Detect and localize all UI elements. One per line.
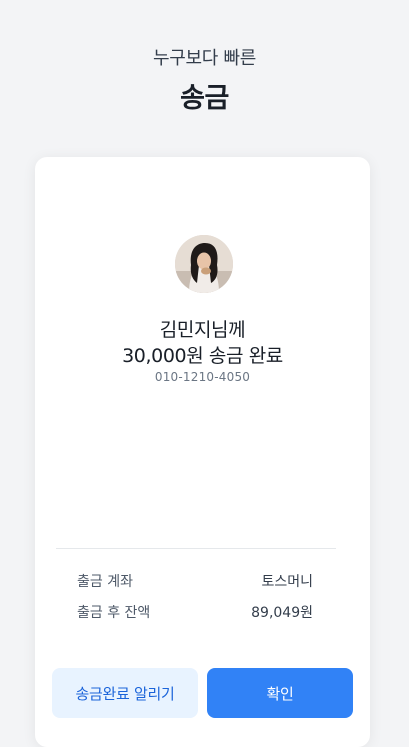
- detail-label: 출금 계좌: [77, 574, 133, 590]
- divider: [56, 548, 336, 549]
- recipient-name: 김민지님께: [159, 319, 246, 341]
- transfer-amount-message: 30,000원 송금 완료: [122, 345, 283, 367]
- promo-subtitle: 누구보다 빠른: [153, 48, 256, 69]
- detail-value: 89,049원: [251, 605, 313, 621]
- notify-transfer-button[interactable]: 송금완료 알리기: [52, 668, 198, 718]
- promo-title: 송금: [180, 83, 229, 114]
- recipient-phone: 010-1210-4050: [154, 370, 251, 384]
- detail-value: 토스머니: [261, 574, 313, 590]
- recipient-avatar: [175, 235, 233, 293]
- transfer-complete-card: 김민지님께 30,000원 송금 완료 010-1210-4050 출금 계좌 …: [35, 157, 370, 747]
- confirm-button[interactable]: 확인: [207, 668, 353, 718]
- detail-row-withdraw-account: 출금 계좌 토스머니: [77, 571, 313, 591]
- detail-label: 출금 후 잔액: [77, 605, 151, 621]
- detail-row-remaining-balance: 출금 후 잔액 89,049원: [77, 602, 313, 622]
